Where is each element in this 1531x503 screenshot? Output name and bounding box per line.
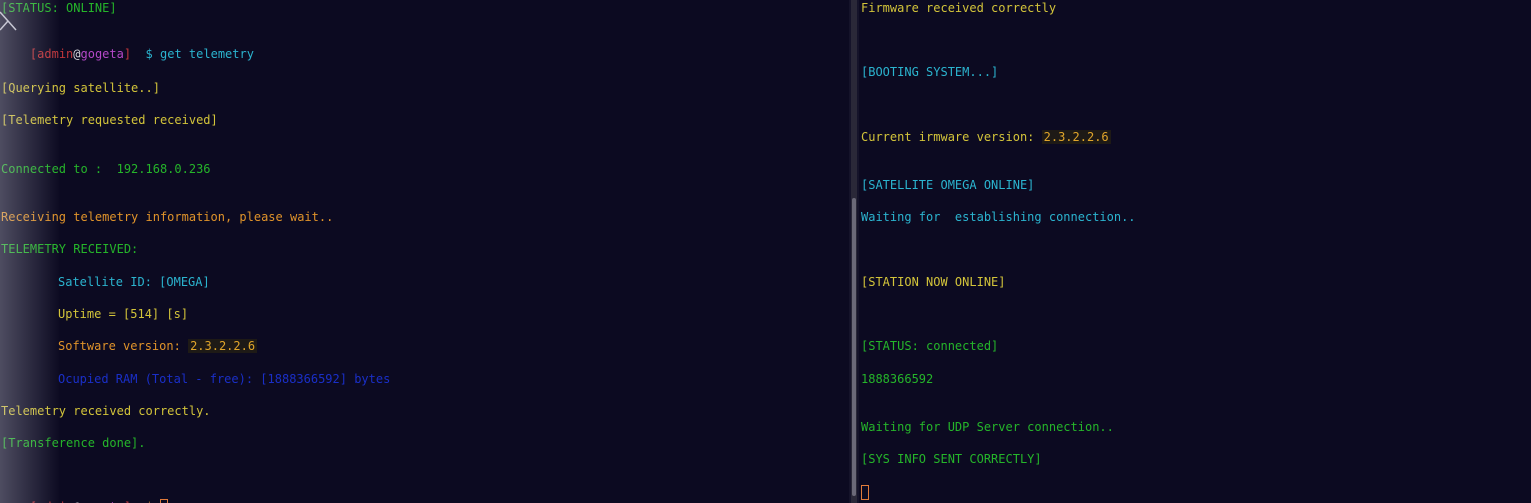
prompt-line-2: [admin@gogeta] $ xyxy=(1,485,169,503)
connected-line: Connected to : 192.168.0.236 xyxy=(1,162,211,176)
prompt-at: @ xyxy=(73,47,81,61)
waiting-udp-line: Waiting for UDP Server connection.. xyxy=(861,420,1114,434)
right-prompt-line xyxy=(861,485,869,500)
prompt-host: gogeta xyxy=(80,47,124,61)
status-line: [STATUS: ONLINE] xyxy=(1,1,117,15)
uptime-line: Uptime = [514] [s] xyxy=(58,307,189,321)
scrollbar-thumb[interactable] xyxy=(852,198,856,496)
firmware-received-line: Firmware received correctly xyxy=(861,1,1057,15)
status-connected-line: [STATUS: connected] xyxy=(861,339,999,353)
sys-info-sent-line: [SYS INFO SENT CORRECTLY] xyxy=(861,452,1042,466)
transference-done-line: [Transference done]. xyxy=(1,436,146,450)
ram-line: Ocupied RAM (Total - free): [1888366592]… xyxy=(58,372,391,386)
terminal-cursor[interactable] xyxy=(160,499,169,503)
received-correctly-line: Telemetry received correctly. xyxy=(1,404,211,418)
station-online-line: [STATION NOW ONLINE] xyxy=(861,275,1006,289)
prompt-symbol: $ xyxy=(145,47,153,61)
prompt-bracket-close: ] xyxy=(123,47,132,61)
software-version-line: Software version: 2.3.2.2.6 xyxy=(58,339,258,353)
software-version-label: Software version: xyxy=(58,339,181,353)
terminal-cursor[interactable] xyxy=(861,485,869,500)
close-icon[interactable] xyxy=(0,8,18,34)
telemetry-requested-line: [Telemetry requested received] xyxy=(1,113,218,127)
current-firmware-line: Current irmware version: 2.3.2.2.6 xyxy=(861,130,1111,144)
satellite-online-line: [SATELLITE OMEGA ONLINE] xyxy=(861,178,1035,192)
left-terminal-pane[interactable]: [STATUS: ONLINE] [admin@gogeta] $ get te… xyxy=(0,0,849,503)
software-version-value: 2.3.2.2.6 xyxy=(188,339,258,353)
current-firmware-value: 2.3.2.2.6 xyxy=(1041,130,1111,144)
waiting-connection-line: Waiting for establishing connection.. xyxy=(861,210,1136,224)
right-terminal-pane[interactable]: Firmware received correctly [BOOTING SYS… xyxy=(859,0,1531,503)
connected-ip: 192.168.0.236 xyxy=(116,162,211,176)
receiving-line: Receiving telemetry information, please … xyxy=(1,210,334,224)
querying-line: [Querying satellite..] xyxy=(1,81,160,95)
prompt-user: admin xyxy=(37,47,74,61)
connected-label: Connected to : xyxy=(1,162,103,176)
command-text: get telemetry xyxy=(160,47,254,61)
booting-line: [BOOTING SYSTEM...] xyxy=(861,65,999,79)
ram-value-line: 1888366592 xyxy=(861,372,934,386)
current-firmware-label: Current irmware version: xyxy=(861,130,1035,144)
prompt-line-1: [admin@gogeta] $ get telemetry xyxy=(1,33,254,75)
telemetry-received-header: TELEMETRY RECEIVED: xyxy=(1,242,139,256)
satellite-id-line: Satellite ID: [OMEGA] xyxy=(58,275,210,289)
